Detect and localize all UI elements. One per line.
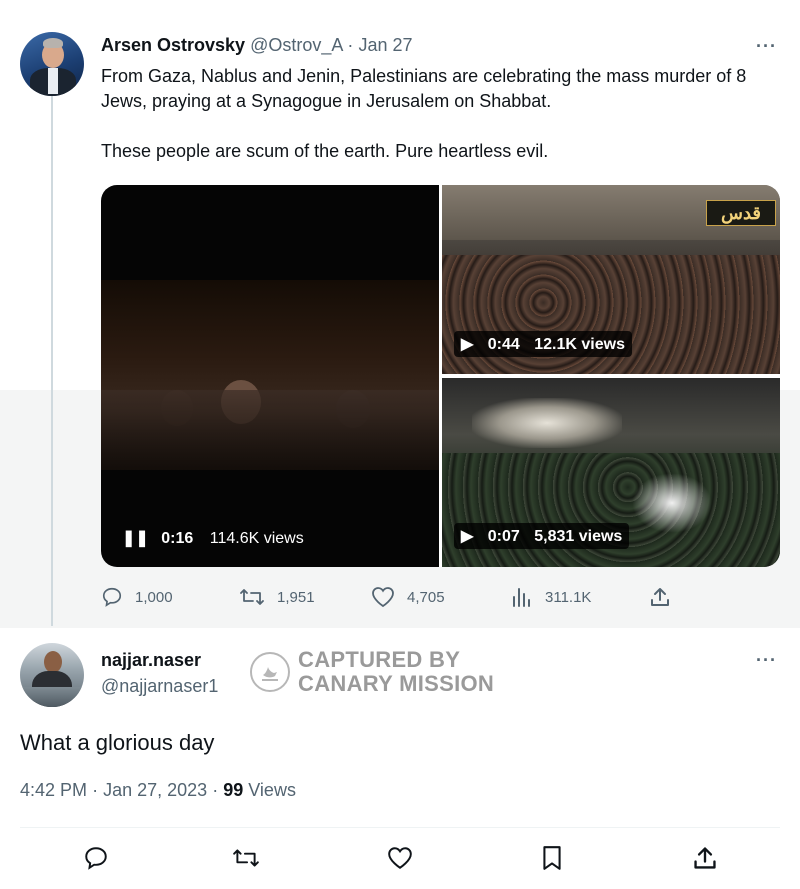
retweet-action[interactable]: 1,951 — [239, 586, 315, 608]
video-1-duration: 0:16 — [161, 530, 194, 547]
divider — [20, 827, 780, 828]
meta-separator: · — [92, 780, 99, 800]
views-icon — [513, 588, 530, 607]
video-3-duration: 0:07 — [487, 528, 520, 545]
video-1-crowd — [101, 390, 439, 470]
reply-count: 1,000 — [135, 588, 173, 606]
like-count: 4,705 — [407, 588, 445, 606]
video-3-views: 5,831 views — [534, 528, 623, 545]
watermark-text: CAPTURED BY CANARY MISSION — [298, 648, 494, 696]
video-3-white-figure — [632, 473, 712, 533]
video-2[interactable]: قدس ▶ 0:44 12.1K views — [442, 185, 780, 374]
tweet-date[interactable]: Jan 27 — [358, 35, 412, 55]
thread-connector-line — [51, 96, 53, 626]
like-icon — [372, 587, 394, 608]
pause-icon[interactable]: ❚❚ — [122, 530, 149, 547]
video-2-views: 12.1K views — [534, 336, 625, 353]
reply-date[interactable]: Jan 27, 2023 — [103, 780, 207, 800]
more-icon[interactable]: ··· — [756, 36, 777, 57]
reply-icon[interactable] — [83, 845, 109, 871]
canary-mission-logo — [250, 652, 290, 692]
author-avatar[interactable] — [20, 32, 84, 96]
views-action[interactable]: 311.1K — [511, 586, 591, 608]
canary-mission-watermark: CAPTURED BY CANARY MISSION — [250, 648, 494, 696]
play-icon[interactable]: ▶ — [461, 336, 473, 353]
reply-author-name[interactable]: najjar.naser — [101, 650, 201, 671]
like-action[interactable]: 4,705 — [371, 586, 445, 608]
channel-logo: قدس — [706, 200, 776, 226]
reply-views-label: Views — [248, 780, 296, 800]
reply-author-avatar[interactable] — [20, 643, 84, 707]
watermark-line-2: CANARY MISSION — [298, 671, 495, 696]
watermark-line-1: CAPTURED BY — [298, 647, 461, 672]
share-action[interactable] — [649, 586, 683, 608]
reply-view-count: 99 — [223, 780, 244, 800]
author-handle[interactable]: @Ostrov_A — [250, 35, 342, 55]
reply-icon — [102, 587, 122, 607]
bookmark-icon[interactable] — [541, 845, 563, 871]
views-count: 311.1K — [545, 588, 592, 606]
video-3-crowd — [442, 453, 780, 567]
media-grid: ❚❚ 0:16 114.6K views قدس ▶ 0:44 12.1K vi… — [101, 185, 780, 567]
video-3[interactable]: ▶ 0:07 5,831 views — [442, 378, 780, 567]
play-icon[interactable]: ▶ — [461, 528, 473, 545]
reply-actions — [0, 845, 800, 875]
reply-author-handle[interactable]: @najjarnaser1 — [101, 676, 218, 697]
video-2-duration: 0:44 — [487, 336, 520, 353]
share-icon[interactable] — [692, 845, 718, 871]
reply-meta: 4:42 PM · Jan 27, 2023 · 99 Views — [20, 780, 296, 801]
header-separator: · — [347, 35, 354, 55]
tweet-text: From Gaza, Nablus and Jenin, Palestinian… — [101, 64, 761, 189]
tweet-text-paragraph-2: These people are scum of the earth. Pure… — [101, 141, 549, 161]
tweet-text-paragraph-1: From Gaza, Nablus and Jenin, Palestinian… — [101, 66, 747, 111]
video-1-views: 114.6K views — [209, 530, 304, 547]
retweet-icon[interactable] — [232, 846, 260, 870]
video-1[interactable]: ❚❚ 0:16 114.6K views — [101, 185, 439, 567]
author-name[interactable]: Arsen Ostrovsky — [101, 35, 245, 55]
tweet-header: Arsen Ostrovsky @Ostrov_A · Jan 27 — [101, 35, 412, 56]
video-3-lights — [472, 398, 622, 448]
video-3-label: ▶ 0:07 5,831 views — [454, 523, 630, 549]
reply-time[interactable]: 4:42 PM — [20, 780, 87, 800]
reply-action[interactable]: 1,000 — [101, 586, 173, 608]
tweet-actions: 1,000 1,951 4,705 311.1K — [101, 586, 671, 610]
like-icon[interactable] — [387, 846, 413, 870]
retweet-icon — [240, 589, 264, 605]
video-1-label: ❚❚ 0:16 114.6K views — [115, 525, 311, 551]
share-icon — [651, 588, 669, 606]
more-icon[interactable]: ··· — [756, 650, 777, 671]
meta-separator: · — [212, 780, 219, 800]
avatar-background — [20, 687, 84, 707]
video-2-label: ▶ 0:44 12.1K views — [454, 331, 632, 357]
retweet-count: 1,951 — [277, 588, 315, 606]
reply-text: What a glorious day — [20, 730, 215, 755]
